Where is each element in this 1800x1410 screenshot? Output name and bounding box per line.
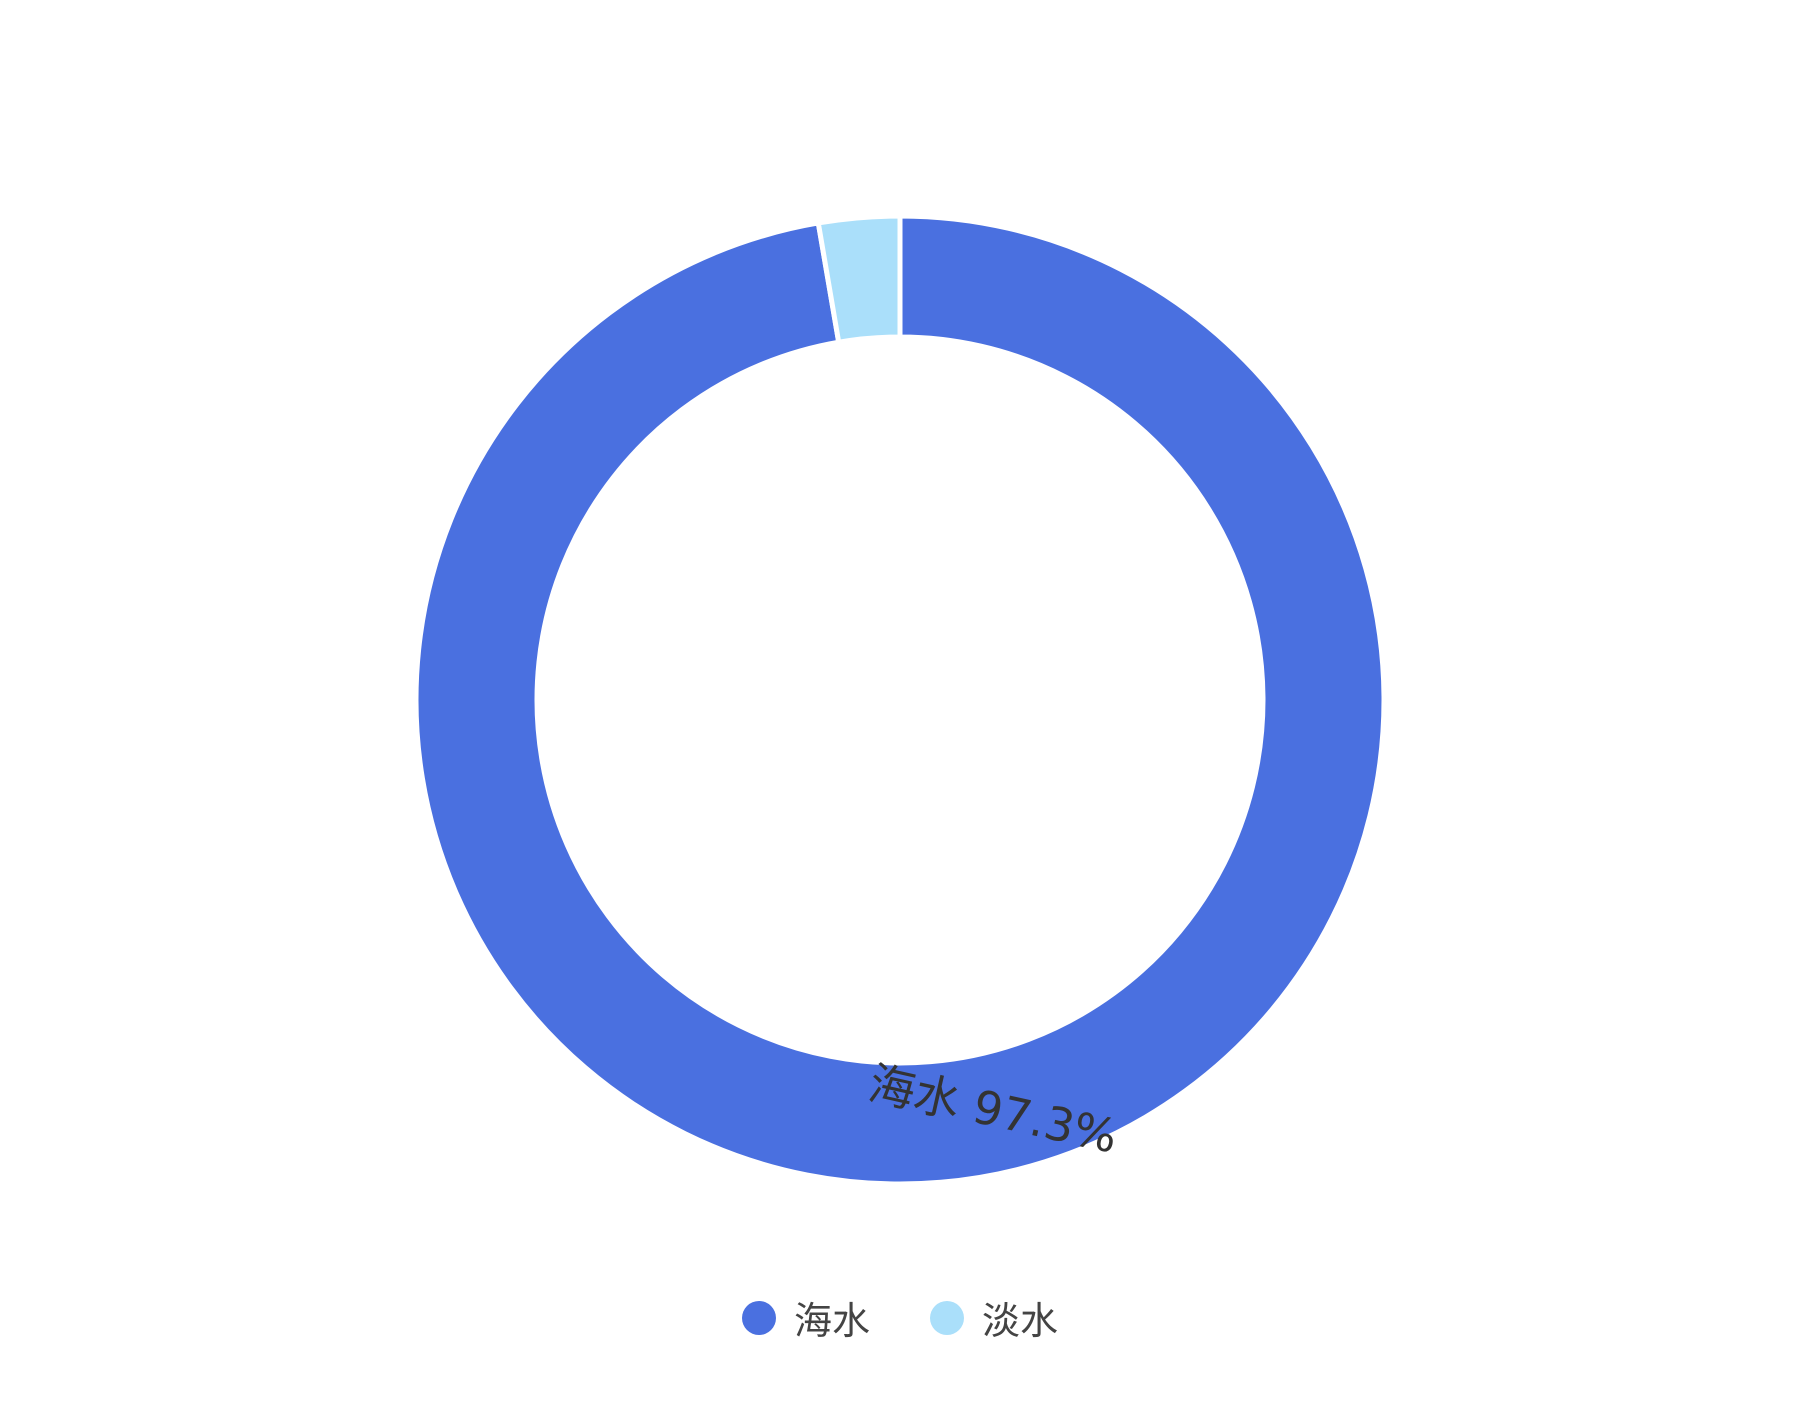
legend-item-freshwater[interactable]: 淡水 bbox=[930, 1290, 1058, 1345]
donut-chart: 海水 97.3% 海水 淡水 bbox=[0, 0, 1800, 1410]
legend: 海水 淡水 bbox=[0, 1290, 1800, 1345]
donut-chart-svg: 海水 97.3% bbox=[413, 213, 1387, 1187]
legend-swatch-seawater bbox=[741, 1300, 776, 1335]
legend-label-freshwater: 淡水 bbox=[982, 1299, 1059, 1343]
legend-item-seawater[interactable]: 海水 bbox=[741, 1290, 870, 1345]
donut-slice-seawater[interactable] bbox=[413, 213, 1387, 1187]
legend-label-seawater: 海水 bbox=[793, 1299, 870, 1343]
legend-swatch-freshwater bbox=[930, 1300, 964, 1335]
